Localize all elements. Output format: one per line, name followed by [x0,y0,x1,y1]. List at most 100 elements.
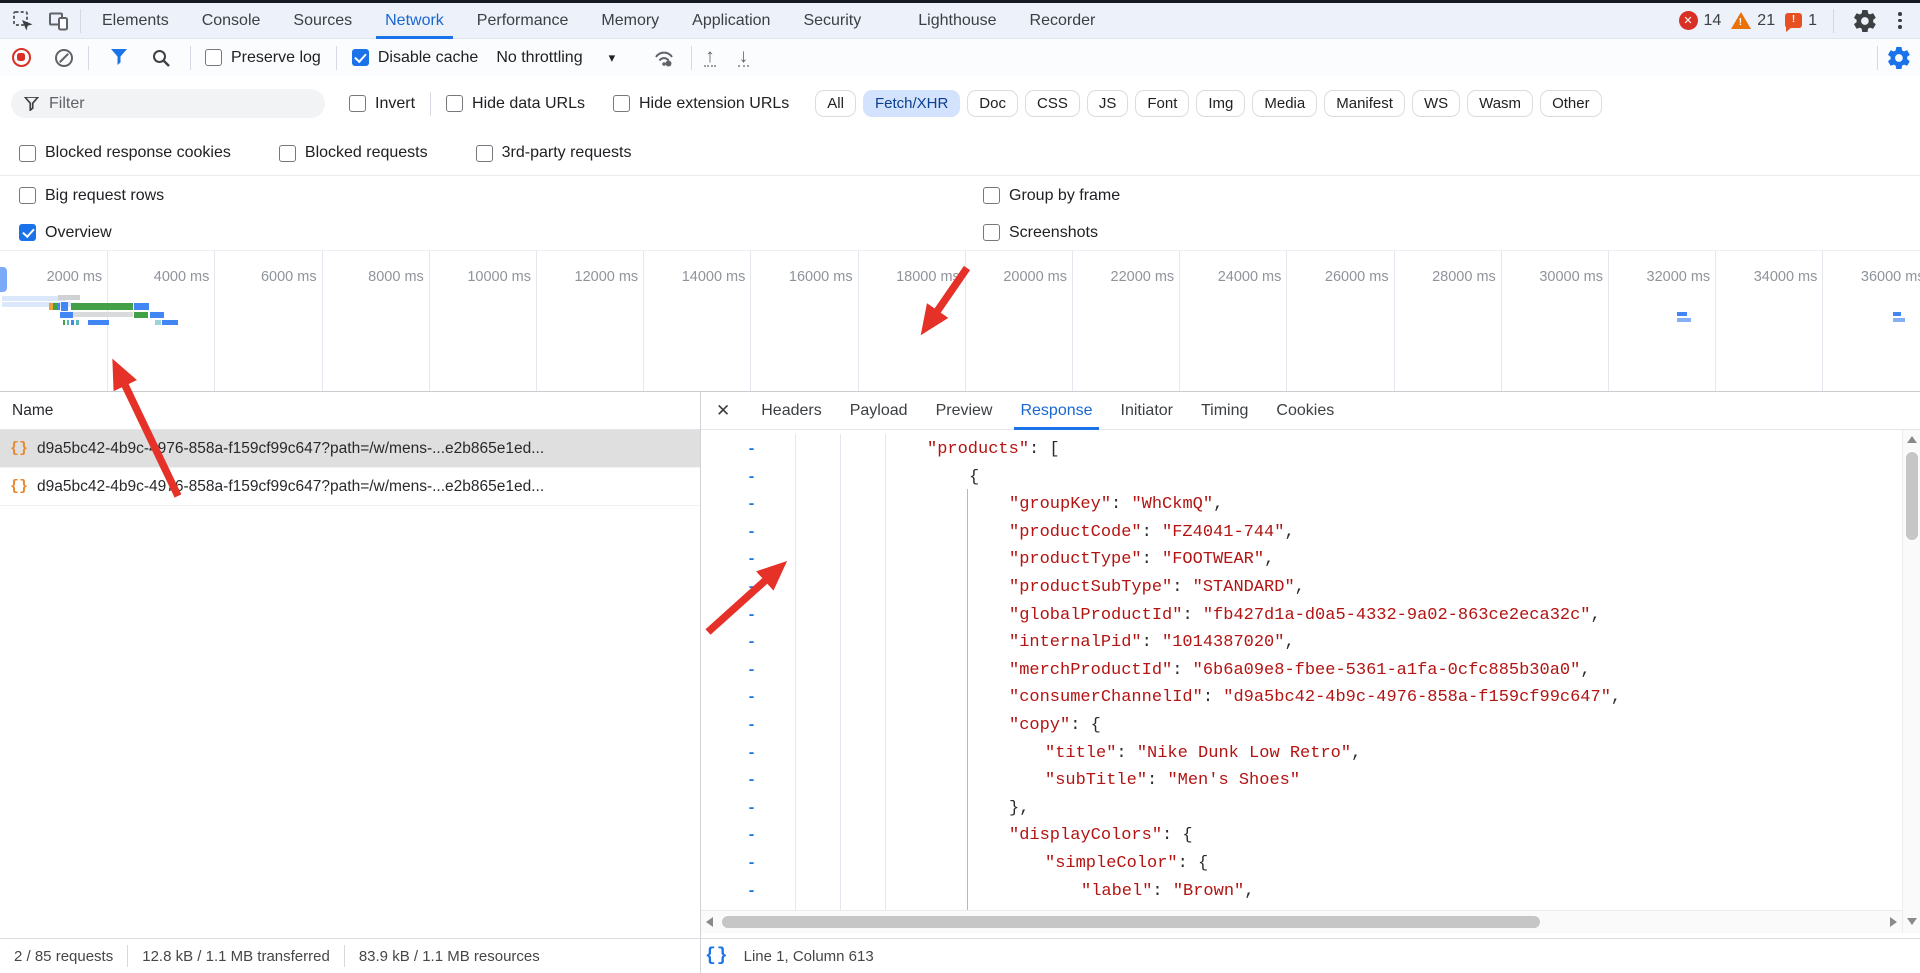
vertical-scrollbar[interactable] [1902,430,1920,933]
fold-marker-icon[interactable]: - [747,491,756,519]
preserve-log-toggle[interactable]: Preserve log [205,49,321,67]
fold-marker-icon[interactable]: - [747,464,756,492]
toggle-device-toolbar-icon[interactable] [44,6,74,36]
scroll-down-icon[interactable] [1907,918,1917,925]
error-badge[interactable]: ✕ 14 [1679,11,1722,30]
detail-tab-cookies[interactable]: Cookies [1262,392,1348,430]
fold-marker-icon[interactable]: - [747,795,756,823]
overview-toggle[interactable]: Overview [19,224,112,242]
warning-badge[interactable]: ! 21 [1731,12,1775,30]
fold-marker-icon[interactable]: - [747,546,756,574]
disable-cache-toggle[interactable]: Disable cache [352,49,479,67]
throttling-select[interactable]: No throttling ▾ [496,49,615,67]
fold-marker-icon[interactable]: - [747,850,756,878]
request-row[interactable]: {}d9a5bc42-4b9c-4976-858a-f159cf99c647?p… [0,468,700,506]
fold-marker-icon[interactable]: - [747,767,756,795]
blocked-requests-checkbox[interactable] [279,145,296,162]
request-table-header[interactable]: Name [0,392,700,430]
group-by-frame-toggle[interactable]: Group by frame [983,187,1120,205]
filter-pill-all[interactable]: All [815,90,856,117]
invert-toggle[interactable]: Invert [349,95,415,113]
tab-recorder[interactable]: Recorder [1027,3,1099,39]
detail-tab-preview[interactable]: Preview [922,392,1007,430]
scroll-up-icon[interactable] [1907,436,1917,443]
fold-marker-icon[interactable]: - [747,629,756,657]
settings-gear-icon[interactable] [1850,6,1880,36]
big-request-rows-checkbox[interactable] [19,187,36,204]
fold-marker-icon[interactable]: - [747,602,756,630]
response-code-viewer[interactable]: -"products": [-{-"groupKey": "WhCkmQ",-"… [701,430,1902,910]
group-by-frame-checkbox[interactable] [983,187,1000,204]
braces-icon[interactable]: {} [705,946,729,966]
import-har-icon[interactable]: ↑ [704,48,716,67]
filter-pill-ws[interactable]: WS [1412,90,1460,117]
preserve-log-checkbox[interactable] [205,49,222,66]
network-conditions-icon[interactable] [649,43,679,73]
fold-marker-icon[interactable]: - [747,519,756,547]
inspect-element-icon[interactable] [8,6,38,36]
filter-input[interactable]: Filter [11,89,325,118]
tab-performance[interactable]: Performance [474,3,572,39]
fold-marker-icon[interactable]: - [747,878,756,906]
hide-data-urls-checkbox[interactable] [446,95,463,112]
fold-marker-icon[interactable]: - [747,740,756,768]
disable-cache-checkbox[interactable] [352,49,369,66]
name-column-header[interactable]: Name [12,402,53,419]
filter-pill-js[interactable]: JS [1087,90,1129,117]
network-settings-gear-icon[interactable] [1884,43,1914,73]
tab-memory[interactable]: Memory [598,3,662,39]
tab-sources[interactable]: Sources [290,3,355,39]
filter-pill-fetch-xhr[interactable]: Fetch/XHR [863,90,960,117]
hide-extension-urls-toggle[interactable]: Hide extension URLs [613,95,789,113]
issues-badge[interactable]: ! 1 [1785,12,1817,30]
search-icon[interactable] [146,43,176,73]
blocked-response-cookies-checkbox[interactable] [19,145,36,162]
hide-data-urls-toggle[interactable]: Hide data URLs [446,95,585,113]
scroll-left-icon[interactable] [706,917,713,927]
close-icon[interactable]: ✕ [716,401,730,421]
filter-pill-other[interactable]: Other [1540,90,1602,117]
scroll-right-icon[interactable] [1890,917,1897,927]
detail-tab-timing[interactable]: Timing [1187,392,1262,430]
overview-checkbox[interactable] [19,224,36,241]
filter-funnel-icon[interactable] [104,43,134,73]
filter-pill-media[interactable]: Media [1252,90,1317,117]
fold-marker-icon[interactable]: - [747,712,756,740]
tab-security[interactable]: Security [800,3,864,39]
filter-pill-doc[interactable]: Doc [967,90,1018,117]
detail-tab-headers[interactable]: Headers [747,392,835,430]
detail-tab-response[interactable]: Response [1006,392,1106,430]
request-row[interactable]: {}d9a5bc42-4b9c-4976-858a-f159cf99c647?p… [0,430,700,468]
export-har-icon[interactable]: ↓ [738,48,750,67]
filter-pill-img[interactable]: Img [1196,90,1245,117]
tab-application[interactable]: Application [689,3,773,39]
panel-divider[interactable] [700,392,701,973]
blocked-response-cookies-toggle[interactable]: Blocked response cookies [19,144,231,162]
filter-pill-manifest[interactable]: Manifest [1324,90,1405,117]
fold-marker-icon[interactable]: - [747,657,756,685]
tab-console[interactable]: Console [199,3,264,39]
horizontal-scrollbar[interactable] [701,910,1902,933]
filter-pill-font[interactable]: Font [1135,90,1189,117]
filter-pill-wasm[interactable]: Wasm [1467,90,1533,117]
detail-tab-initiator[interactable]: Initiator [1107,392,1187,430]
filter-pill-css[interactable]: CSS [1025,90,1080,117]
record-network-log-icon[interactable] [12,48,31,67]
blocked-requests-toggle[interactable]: Blocked requests [279,144,428,162]
timeline-left-handle[interactable] [0,267,7,292]
tab-lighthouse[interactable]: Lighthouse [915,3,999,39]
screenshots-checkbox[interactable] [983,224,1000,241]
horizontal-scrollbar-thumb[interactable] [722,916,1540,928]
invert-checkbox[interactable] [349,95,366,112]
fold-marker-icon[interactable]: - [747,822,756,850]
fold-marker-icon[interactable]: - [747,684,756,712]
fold-marker-icon[interactable]: - [747,436,756,464]
detail-tab-payload[interactable]: Payload [836,392,922,430]
3rd-party-requests-checkbox[interactable] [476,145,493,162]
clear-network-log-icon[interactable] [55,49,73,67]
network-overview-timeline[interactable]: 2000 ms4000 ms6000 ms8000 ms10000 ms1200… [0,250,1920,392]
vertical-scrollbar-thumb[interactable] [1906,452,1918,540]
more-options-kebab-icon[interactable] [1890,6,1910,36]
tab-elements[interactable]: Elements [99,3,172,39]
fold-marker-icon[interactable]: - [747,574,756,602]
